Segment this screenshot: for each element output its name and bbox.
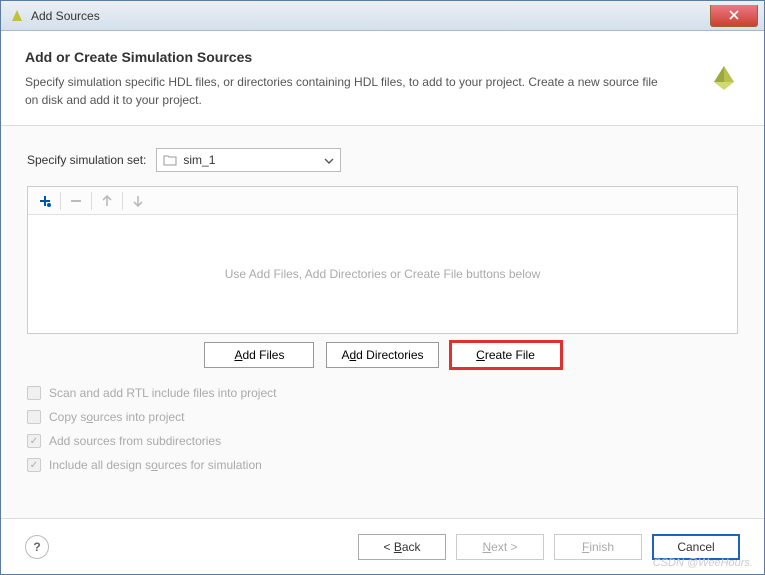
check-scan-rtl: Scan and add RTL include files into proj…	[27, 386, 738, 400]
checkbox[interactable]	[27, 386, 41, 400]
check-copy-sources: Copy sources into project	[27, 410, 738, 424]
help-button[interactable]: ?	[25, 535, 49, 559]
close-button[interactable]	[710, 5, 758, 27]
sim-set-label: Specify simulation set:	[27, 153, 146, 167]
finish-button: Finish	[554, 534, 642, 560]
back-button[interactable]: < Back	[358, 534, 446, 560]
dialog-footer: ? < Back Next > Finish Cancel	[1, 518, 764, 574]
separator	[60, 192, 61, 210]
add-directories-button[interactable]: Add Directories	[326, 342, 438, 368]
page-description: Specify simulation specific HDL files, o…	[25, 73, 665, 109]
checkbox-label: Include all design sources for simulatio…	[49, 458, 262, 472]
add-button[interactable]	[34, 190, 56, 212]
next-button: Next >	[456, 534, 544, 560]
action-button-row: Add Files Add Directories Create File	[27, 342, 738, 368]
dialog-window: Add Sources Add or Create Simulation Sou…	[0, 0, 765, 575]
checkbox-label: Add sources from subdirectories	[49, 434, 221, 448]
page-title: Add or Create Simulation Sources	[25, 49, 740, 65]
create-file-button[interactable]: Create File	[451, 342, 561, 368]
cancel-button[interactable]: Cancel	[652, 534, 740, 560]
add-files-button[interactable]: Add Files	[204, 342, 314, 368]
file-list-empty: Use Add Files, Add Directories or Create…	[28, 215, 737, 333]
sim-set-combobox[interactable]: sim_1	[156, 148, 341, 172]
dialog-content: Specify simulation set: sim_1	[1, 126, 764, 518]
checkbox-label: Copy sources into project	[49, 410, 184, 424]
check-include-design: ✓ Include all design sources for simulat…	[27, 458, 738, 472]
separator	[91, 192, 92, 210]
checkbox[interactable]: ✓	[27, 458, 41, 472]
app-icon	[9, 8, 25, 24]
sim-set-value: sim_1	[183, 153, 324, 167]
checkbox[interactable]	[27, 410, 41, 424]
dialog-header: Add or Create Simulation Sources Specify…	[1, 31, 764, 126]
separator	[122, 192, 123, 210]
vivado-logo-icon	[708, 62, 740, 94]
titlebar: Add Sources	[1, 1, 764, 31]
move-up-button[interactable]	[96, 190, 118, 212]
move-down-button[interactable]	[127, 190, 149, 212]
checkbox[interactable]: ✓	[27, 434, 41, 448]
sim-set-row: Specify simulation set: sim_1	[27, 148, 738, 172]
window-title: Add Sources	[31, 9, 710, 23]
remove-button[interactable]	[65, 190, 87, 212]
check-add-subdirs: ✓ Add sources from subdirectories	[27, 434, 738, 448]
checkbox-label: Scan and add RTL include files into proj…	[49, 386, 276, 400]
folder-icon	[163, 154, 177, 166]
file-toolbar	[28, 187, 737, 215]
file-area: Use Add Files, Add Directories or Create…	[27, 186, 738, 334]
chevron-down-icon	[324, 153, 334, 167]
